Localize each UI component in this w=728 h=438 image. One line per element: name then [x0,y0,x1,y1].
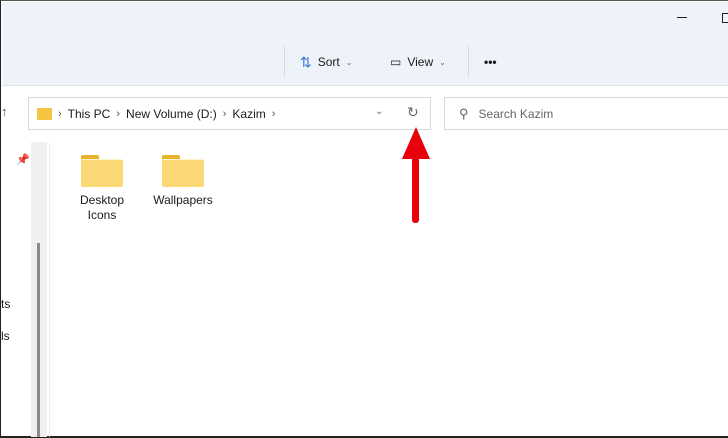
refresh-icon[interactable]: ↻ [407,104,419,121]
up-arrow-icon[interactable]: ↑ [1,104,8,119]
view-icon: ▭ [390,55,402,69]
minimize-button[interactable] [677,17,687,18]
pane-divider[interactable] [49,142,50,437]
folder-item-wallpapers[interactable]: Wallpapers [148,153,218,208]
breadcrumb-this-pc[interactable]: This PC [68,107,111,121]
sort-icon: ⇅ [300,53,312,70]
file-explorer-window: ⇅ Sort ⌄ ▭ View ⌄ ••• ↑ › This PC › New … [0,0,728,438]
more-options-button[interactable]: ••• [484,52,497,72]
address-bar[interactable]: › This PC › New Volume (D:) › Kazim › ⌄ … [28,97,431,130]
separator [468,46,469,76]
view-button[interactable]: ▭ View ⌄ [390,52,446,72]
separator [284,46,285,76]
annotation-arrow-icon [402,127,430,223]
history-dropdown-icon[interactable]: ⌄ [375,106,383,117]
folder-icon [81,153,123,187]
breadcrumb-kazim[interactable]: Kazim [232,107,265,121]
maximize-button[interactable] [722,13,728,23]
folder-icon [37,107,52,120]
folder-icon [162,153,204,187]
pin-icon: 📌 [16,154,30,166]
sidebar-item-partial[interactable]: ls [1,329,10,343]
search-icon: ⚲ [459,105,469,121]
folder-item-desktop-icons[interactable]: Desktop Icons [67,153,137,223]
breadcrumb-new-volume[interactable]: New Volume (D:) [126,107,217,121]
navigation-scrollbar[interactable] [37,243,40,437]
sort-button[interactable]: ⇅ Sort ⌄ [300,52,352,72]
chevron-down-icon: ⌄ [345,57,353,67]
command-bar: ⇅ Sort ⌄ ▭ View ⌄ ••• [2,2,728,86]
chevron-down-icon: ⌄ [439,57,446,67]
search-input[interactable]: ⚲ Search Kazim [444,97,728,130]
sidebar-item-partial[interactable]: ts [1,297,10,311]
